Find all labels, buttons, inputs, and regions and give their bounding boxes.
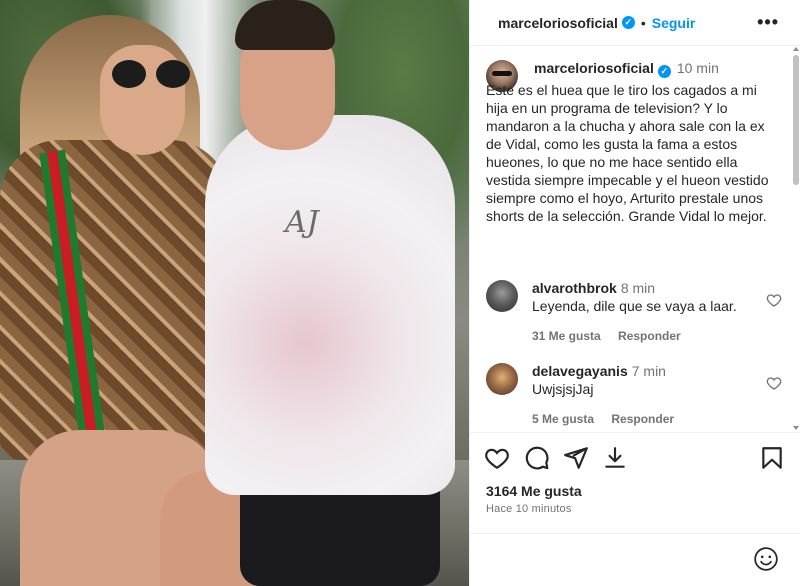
follow-button[interactable]: Seguir [652, 15, 696, 31]
comment-icon[interactable] [524, 445, 550, 471]
share-icon[interactable] [563, 445, 589, 471]
comments-scrollbar[interactable] [791, 47, 800, 432]
comment-text: Leyenda, dile que se vaya a laar. [532, 298, 737, 314]
comment-item: delavegayanis 7 min UwjsjsjJaj 5 Me gusta… [486, 363, 786, 426]
comment-avatar[interactable] [486, 363, 518, 395]
verified-badge-icon: ✓ [621, 16, 635, 29]
comment-like-heart-icon[interactable] [766, 292, 782, 308]
post-timestamp[interactable]: Hace 10 minutos [486, 503, 572, 515]
post-photo[interactable]: AJ [0, 0, 469, 586]
comment-item: alvarothbrok 8 min Leyenda, dile que se v… [486, 280, 786, 343]
download-icon[interactable] [602, 445, 628, 471]
add-comment-row [470, 533, 800, 586]
bookmark-icon[interactable] [759, 445, 785, 471]
comment-avatar[interactable] [486, 280, 518, 312]
action-icons-row [484, 445, 789, 473]
post-actions: 3164 Me gusta Hace 10 minutos [470, 432, 800, 586]
scroll-down-arrow-icon[interactable] [793, 426, 799, 430]
comment-likes[interactable]: 5 Me gusta [532, 412, 594, 426]
post-caption: marceloriosoficial ✓ 10 min Este es el hue… [486, 60, 786, 224]
comment-like-heart-icon[interactable] [766, 375, 782, 391]
comment-reply-button[interactable]: Responder [618, 329, 681, 343]
emoji-icon[interactable] [753, 546, 779, 572]
caption-text: Este es el huea que le tiro los cagados … [486, 82, 769, 224]
post-likes-count[interactable]: 3164 Me gusta [486, 483, 582, 499]
comments-list[interactable]: marceloriosoficial ✓ 10 min Este es el hue… [470, 47, 800, 432]
caption-time[interactable]: 10 min [677, 60, 719, 76]
more-options-icon[interactable]: ••• [757, 12, 779, 33]
photo-woman-jacket [0, 140, 230, 460]
comment-likes[interactable]: 31 Me gusta [532, 329, 601, 343]
scrollbar-thumb[interactable] [793, 55, 799, 185]
caption-verified-icon: ✓ [657, 65, 671, 78]
post-author-username[interactable]: marceloriosoficial [498, 15, 618, 31]
post-sidebar: marceloriosoficial ✓ • Seguir ••• marcel… [469, 0, 800, 586]
scroll-up-arrow-icon[interactable] [793, 47, 799, 51]
comment-reply-button[interactable]: Responder [611, 412, 674, 426]
comment-time[interactable]: 8 min [621, 280, 655, 296]
photo-man-hoodie [205, 115, 455, 495]
comment-username[interactable]: delavegayanis [532, 363, 628, 379]
caption-username[interactable]: marceloriosoficial [534, 60, 654, 76]
comment-text: UwjsjsjJaj [532, 381, 594, 397]
comment-time[interactable]: 7 min [632, 363, 666, 379]
post-header: marceloriosoficial ✓ • Seguir ••• [470, 0, 800, 46]
photo-hoodie-logo: AJ [285, 205, 319, 240]
heart-icon[interactable] [484, 445, 510, 471]
photo-sunglasses [112, 60, 192, 90]
comment-username[interactable]: alvarothbrok [532, 280, 617, 296]
header-separator: • [640, 14, 646, 31]
